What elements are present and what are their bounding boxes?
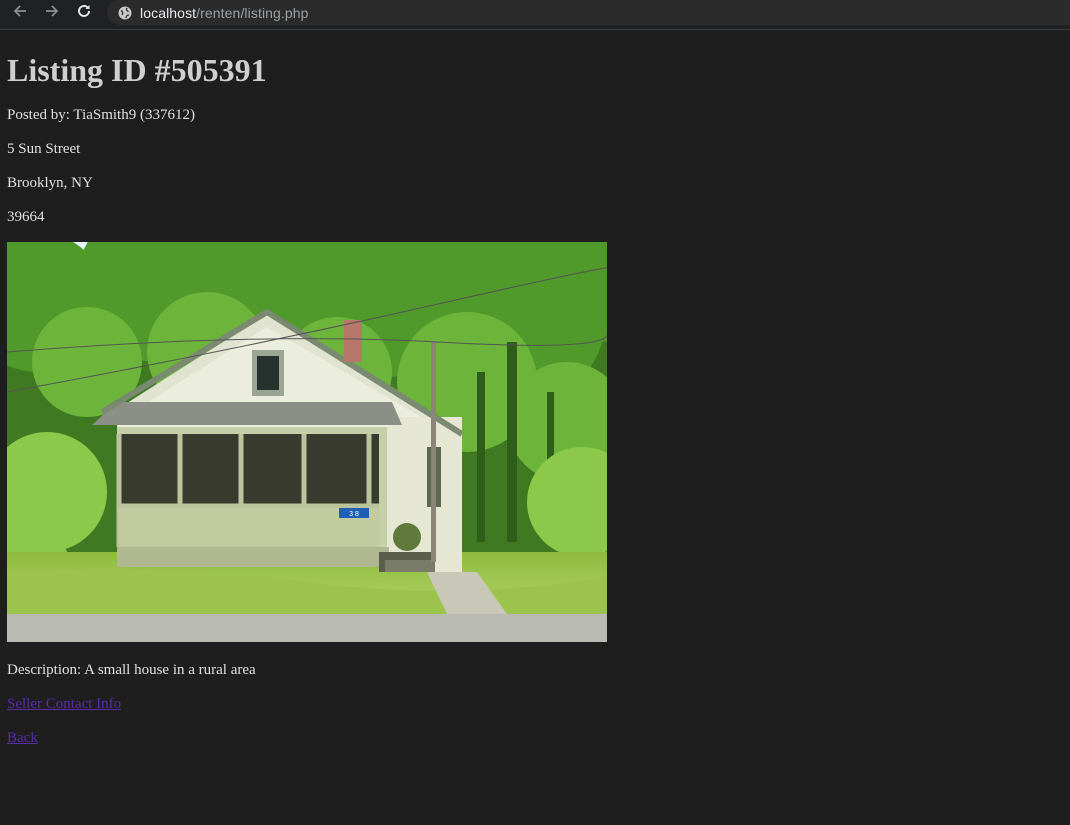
- posted-by-text: Posted by: TiaSmith9 (337612): [7, 107, 195, 123]
- back-arrow-icon[interactable]: [9, 0, 31, 22]
- street-address: 5 Sun Street: [7, 141, 81, 157]
- listing-page: Listing ID #505391 Posted by: TiaSmith9 …: [0, 52, 1070, 747]
- forward-arrow-icon[interactable]: [41, 0, 63, 22]
- zip-code: 39664: [7, 209, 45, 225]
- seller-contact-link[interactable]: Seller Contact Info: [7, 696, 121, 712]
- description-text: Description: A small house in a rural ar…: [7, 662, 256, 678]
- reload-icon[interactable]: [73, 0, 95, 22]
- back-link[interactable]: Back: [7, 730, 38, 746]
- house-number-label: 3 8: [349, 511, 359, 518]
- page-title: Listing ID #505391: [7, 52, 267, 88]
- back-row: Back: [7, 729, 1063, 747]
- house-photo-illustration: 3 8: [7, 242, 607, 642]
- url-host: localhost: [140, 4, 197, 21]
- address-bar[interactable]: localhost/renten/listing.php: [107, 0, 1070, 25]
- browser-toolbar: localhost/renten/listing.php: [0, 0, 1070, 30]
- seller-contact-row: Seller Contact Info: [7, 695, 1063, 713]
- globe-icon[interactable]: [117, 5, 133, 21]
- url-path: /renten/listing.php: [196, 4, 309, 21]
- city-state: Brooklyn, NY: [7, 175, 93, 191]
- url-text[interactable]: localhost/renten/listing.php: [140, 5, 309, 21]
- listing-photo: 3 8: [7, 242, 607, 642]
